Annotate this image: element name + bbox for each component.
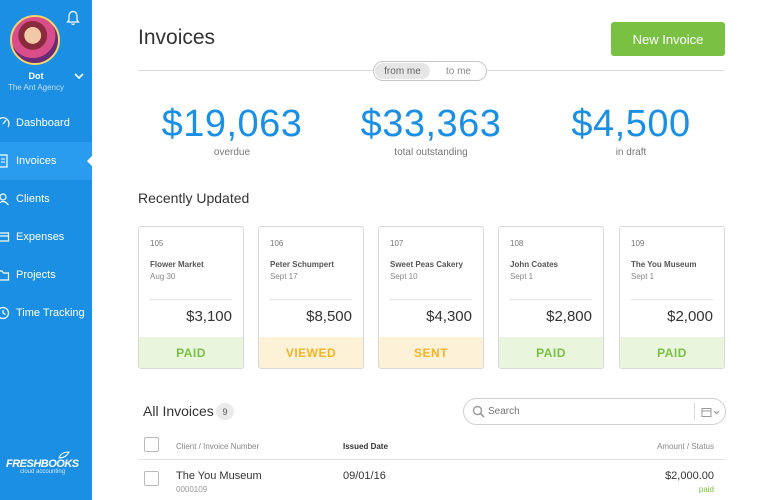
- user-org: The Ant Agency: [7, 83, 65, 92]
- invoice-number: 105: [150, 239, 164, 248]
- status-badge: PAID: [499, 337, 603, 368]
- invoice-card[interactable]: 109 The You Museum Sept 1 $2,000 PAID: [619, 226, 725, 369]
- card-divider: [390, 299, 472, 300]
- stat-label: in draft: [615, 147, 647, 158]
- invoice-amount: $3,100: [186, 308, 232, 325]
- row-amount: $2,000.00: [665, 470, 714, 482]
- invoice-direction-toggle: from me to me: [373, 61, 487, 81]
- new-invoice-button[interactable]: New Invoice: [611, 22, 725, 56]
- stat-value: $4,500: [571, 103, 691, 145]
- stat-label: total outstanding: [394, 147, 468, 158]
- projects-icon: [0, 270, 10, 281]
- sidebar-item-label: Invoices: [16, 155, 57, 167]
- status-badge: VIEWED: [259, 337, 363, 368]
- sidebar-item-label: Dashboard: [16, 117, 70, 129]
- main-content: Invoices New Invoice from me to me $19,0…: [92, 0, 759, 500]
- invoice-amount: $4,300: [426, 308, 472, 325]
- invoice-card[interactable]: 108 John Coates Sept 1 $2,800 PAID: [498, 226, 604, 369]
- select-all-checkbox[interactable]: [144, 437, 159, 452]
- stat-label: overdue: [213, 147, 251, 158]
- toggle-from-me[interactable]: from me: [375, 63, 430, 79]
- invoice-amount: $2,000: [667, 308, 713, 325]
- chevron-down-icon[interactable]: [74, 72, 84, 80]
- bell-icon[interactable]: [66, 10, 80, 26]
- sidebar-item-label: Time Tracking: [16, 307, 85, 319]
- status-badge: PAID: [139, 337, 243, 368]
- user-name: Dot: [28, 71, 44, 81]
- card-divider: [270, 299, 352, 300]
- search-input[interactable]: [488, 403, 688, 420]
- invoice-client: Peter Schumpert: [270, 260, 335, 269]
- card-divider: [150, 299, 232, 300]
- invoice-client: Flower Market: [150, 260, 204, 269]
- sidebar-item-dashboard[interactable]: Dashboard: [0, 104, 92, 142]
- search-icon: [472, 405, 485, 418]
- invoice-number: 108: [510, 239, 524, 248]
- sidebar-item-projects[interactable]: Projects: [0, 256, 92, 294]
- card-divider: [631, 299, 713, 300]
- avatar[interactable]: [10, 15, 60, 65]
- stat-value: $33,363: [360, 103, 502, 145]
- row-date: 09/01/16: [343, 470, 386, 482]
- expenses-icon: [0, 232, 10, 242]
- column-client[interactable]: Client / Invoice Number: [176, 442, 259, 451]
- invoice-card[interactable]: 105 Flower Market Aug 30 $3,100 PAID: [138, 226, 244, 369]
- row-client: The You Museum: [176, 470, 262, 482]
- sidebar-item-time-tracking[interactable]: Time Tracking: [0, 294, 92, 332]
- invoice-card[interactable]: 106 Peter Schumpert Sept 17 $8,500 VIEWE…: [258, 226, 364, 369]
- recently-updated-title: Recently Updated: [138, 190, 250, 206]
- invoice-client: The You Museum: [631, 260, 697, 269]
- stat-in-draft[interactable]: $4,500 in draft: [536, 103, 726, 158]
- invoice-number: 106: [270, 239, 284, 248]
- invoice-client: Sweet Peas Cakery: [390, 260, 463, 269]
- dashboard-icon: [0, 117, 10, 128]
- row-checkbox[interactable]: [144, 471, 159, 486]
- sidebar-item-clients[interactable]: Clients: [0, 180, 92, 218]
- invoice-number: 107: [390, 239, 404, 248]
- page-title: Invoices: [138, 26, 216, 49]
- invoice-date: Aug 30: [150, 272, 176, 281]
- sidebar-item-label: Expenses: [16, 231, 65, 243]
- all-invoices-title: All Invoices: [143, 403, 214, 419]
- invoice-amount: $8,500: [306, 308, 352, 325]
- invoice-date: Sept 1: [631, 272, 655, 281]
- status-badge: PAID: [620, 337, 724, 368]
- column-issued-date[interactable]: Issued Date: [343, 442, 388, 451]
- clients-icon: [0, 193, 9, 206]
- table-divider: [138, 459, 725, 460]
- invoice-date: Sept 1: [510, 272, 534, 281]
- invoice-client: John Coates: [510, 260, 559, 269]
- invoice-card[interactable]: 107 Sweet Peas Cakery Sept 10 $4,300 SEN…: [378, 226, 484, 369]
- freshbooks-logo: FRESHBOOKS cloud accounting: [6, 451, 86, 475]
- sidebar-item-label: Projects: [16, 269, 56, 281]
- sidebar-item-label: Clients: [16, 193, 50, 205]
- card-divider: [510, 299, 592, 300]
- search-box: [463, 398, 726, 425]
- leaf-icon: [58, 451, 70, 459]
- invoice-count-badge: 9: [216, 403, 234, 420]
- status-badge: SENT: [379, 337, 483, 368]
- invoice-icon: [0, 154, 8, 168]
- sidebar: Dot The Ant Agency Dashboard Invoices Cl…: [0, 0, 92, 500]
- stat-overdue[interactable]: $19,063 overdue: [137, 103, 327, 158]
- column-amount-status[interactable]: Amount / Status: [657, 442, 714, 451]
- date-filter-button[interactable]: [698, 403, 724, 421]
- row-invoice-number: 0000109: [176, 485, 208, 494]
- calendar-icon: [701, 408, 720, 417]
- sidebar-item-invoices[interactable]: Invoices: [0, 142, 92, 180]
- sidebar-nav: Dashboard Invoices Clients Expenses Proj…: [0, 104, 92, 332]
- invoice-date: Sept 10: [390, 272, 418, 281]
- stat-value: $19,063: [161, 103, 303, 145]
- row-status: paid: [698, 485, 714, 494]
- invoice-number: 109: [631, 239, 645, 248]
- stat-total-outstanding[interactable]: $33,363 total outstanding: [336, 103, 526, 158]
- sidebar-item-expenses[interactable]: Expenses: [0, 218, 92, 256]
- search-divider: [694, 403, 695, 420]
- invoice-amount: $2,800: [546, 308, 592, 325]
- toggle-to-me[interactable]: to me: [431, 62, 486, 80]
- clock-icon: [0, 306, 10, 320]
- invoice-date: Sept 17: [270, 272, 298, 281]
